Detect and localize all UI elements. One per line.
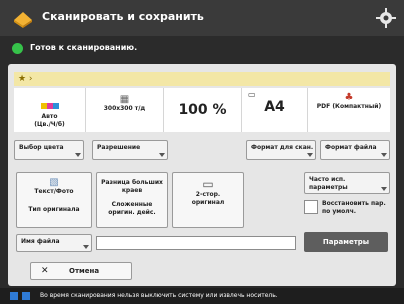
parameters-button[interactable]: Параметры (304, 232, 388, 252)
presets-icon: ★ › (18, 74, 33, 84)
color-label-1: Авто (41, 113, 58, 120)
scan-save-icon (14, 12, 32, 28)
density-button[interactable]: Разница больших краев Сложенные оригин. … (96, 172, 168, 228)
footer-text: Во время сканирования нельзя выключить с… (40, 292, 278, 299)
density-label-2: оригин. дейс. (108, 209, 156, 216)
pdf-icon: ♣ (344, 92, 354, 103)
zoom-value: 100 % (178, 102, 227, 118)
file-name-input[interactable] (96, 236, 296, 250)
status-bar: Готов к сканированию. (0, 38, 404, 60)
info-icon (10, 292, 18, 300)
page-title: Сканировать и сохранить (42, 10, 204, 23)
status-dot-icon (12, 43, 23, 54)
restore-defaults-checkbox[interactable] (304, 200, 318, 214)
chevron-down-icon (381, 187, 387, 191)
chevron-down-icon (83, 245, 89, 249)
duplex-button[interactable]: ▭ 2-стор. оригинал (172, 172, 244, 228)
filetype-cell: ♣ PDF (Компактный) (308, 88, 390, 132)
cancel-button[interactable]: ✕ Отмена (30, 262, 132, 280)
duplex-label-2: оригинал (191, 199, 225, 206)
restore-label-2: по умолч. (322, 208, 357, 215)
restore-defaults-label: Восстановить пар. по умолч. (322, 200, 392, 216)
footer-bar: Во время сканирования нельзя выключить с… (0, 288, 404, 304)
select-color-label: Выбор цвета (19, 144, 64, 151)
chevron-down-icon (381, 153, 387, 157)
filetype-label: PDF (Компактный) (316, 103, 382, 110)
resolution-cell: ▦ 300x300 т/д (86, 88, 164, 132)
scan-size-label: Формат для скан. (251, 144, 314, 151)
color-cell: Авто (Цв./Ч/б) (14, 88, 86, 132)
paper-cell: ▭ A4 (242, 88, 308, 132)
cancel-label: Отмена (69, 267, 100, 275)
file-name-label: Имя файла (21, 238, 60, 245)
fold-label-1: Разница больших (101, 179, 163, 186)
paper-value: A4 (264, 99, 285, 115)
fold-label-2: краев (121, 187, 143, 194)
gear-icon[interactable] (376, 8, 396, 28)
restore-label-1: Восстановить пар. (322, 200, 386, 207)
frequent-settings-button[interactable]: Часто исп. параметры (304, 172, 390, 194)
frequent-label-2: параметры (309, 184, 348, 191)
resolution-value: 300x300 т/д (103, 105, 146, 112)
scan-size-button[interactable]: Формат для скан. (246, 140, 316, 160)
color-mode-icon (14, 94, 85, 113)
frequent-label-1: Часто исп. (309, 176, 346, 183)
paper-icon: ▭ (248, 90, 256, 99)
color-label-2: (Цв./Ч/б) (34, 121, 65, 128)
resolution-icon: ▦ (119, 94, 130, 105)
file-name-button[interactable]: Имя файла (16, 234, 92, 252)
file-format-button[interactable]: Формат файла (320, 140, 390, 160)
storage-icon (22, 292, 30, 300)
text-photo-label: Текст/Фото (34, 188, 74, 195)
chevron-down-icon (75, 153, 81, 157)
original-type-button[interactable]: ▧ Текст/Фото Тип оригинала (16, 172, 92, 228)
resolution-button[interactable]: Разрешение (92, 140, 168, 160)
text-photo-icon: ▧ (49, 177, 59, 188)
file-format-label: Формат файла (325, 144, 377, 151)
duplex-label-1: 2-стор. (195, 191, 221, 198)
title-bar: Сканировать и сохранить (0, 0, 404, 36)
chevron-down-icon (159, 153, 165, 157)
original-type-label: Тип оригинала (28, 206, 80, 213)
resolution-label: Разрешение (97, 144, 141, 151)
density-label-1: Сложенные (111, 201, 153, 208)
duplex-icon: ▭ (202, 177, 214, 191)
chevron-down-icon (307, 153, 313, 157)
zoom-cell: 100 % (164, 88, 242, 132)
select-color-button[interactable]: Выбор цвета (14, 140, 84, 160)
close-icon: ✕ (41, 266, 49, 276)
presets-row (14, 72, 390, 86)
status-text: Готов к сканированию. (30, 43, 138, 52)
